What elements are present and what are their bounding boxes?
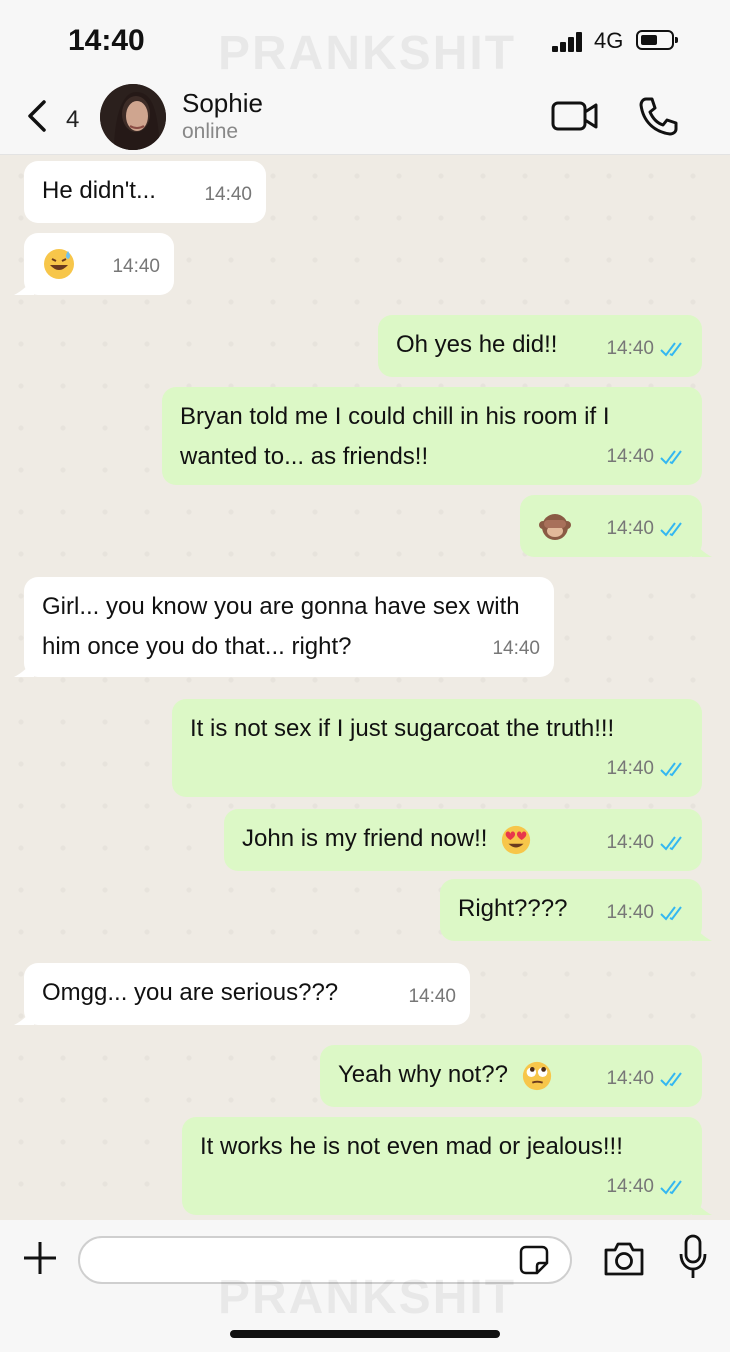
read-ticks-icon bbox=[660, 342, 682, 357]
bubble-tail bbox=[692, 923, 712, 941]
status-time: 14:40 bbox=[68, 24, 145, 57]
bubble-tail bbox=[14, 1007, 34, 1025]
grinning-sweat-emoji bbox=[44, 248, 74, 279]
unread-count[interactable]: 4 bbox=[66, 106, 79, 134]
read-ticks-icon bbox=[660, 1072, 682, 1087]
message-text: Right???? bbox=[458, 895, 568, 922]
message-meta: 14:40 bbox=[492, 629, 540, 669]
bubble-tail bbox=[14, 659, 34, 677]
message-time: 14:40 bbox=[606, 446, 654, 467]
message-text: Omgg... you are serious??? bbox=[42, 979, 339, 1006]
chat-area[interactable]: PRANKSHIT He didn't... 14:40 14:40 Oh ye… bbox=[0, 155, 730, 1220]
message-meta: 14:40 bbox=[606, 509, 688, 549]
message-bubble-outgoing[interactable]: Yeah why not?? 14:40 bbox=[320, 1045, 702, 1107]
chat-header: 4 Sophie online bbox=[0, 80, 730, 155]
read-ticks-icon bbox=[660, 450, 682, 465]
contact-status: online bbox=[182, 120, 239, 143]
read-ticks-icon bbox=[660, 762, 682, 777]
message-bubble-incoming[interactable]: Omgg... you are serious??? 14:40 bbox=[14, 963, 470, 1025]
message-text: John is my friend now!! bbox=[242, 825, 488, 852]
message-bubble-incoming[interactable]: Girl... you know you are gonna have sex … bbox=[14, 577, 554, 677]
message-text: Oh yes he did!! bbox=[396, 331, 558, 358]
message-bubble-outgoing[interactable]: It is not sex if I just sugarcoat the tr… bbox=[172, 699, 702, 797]
message-meta: 14:40 bbox=[112, 247, 160, 287]
message-meta: 14:40 bbox=[204, 175, 252, 215]
message-bubble-outgoing[interactable]: Oh yes he did!! 14:40 bbox=[378, 315, 702, 377]
message-bubble-outgoing[interactable]: Right???? 14:40 bbox=[440, 879, 712, 941]
message-time: 14:40 bbox=[606, 338, 654, 359]
read-ticks-icon bbox=[660, 1180, 682, 1195]
message-bubble-outgoing[interactable]: Bryan told me I could chill in his room … bbox=[162, 387, 702, 485]
composer-bar: PRANKSHIT bbox=[0, 1220, 730, 1352]
video-call-icon[interactable] bbox=[550, 98, 600, 134]
read-ticks-icon bbox=[660, 836, 682, 851]
message-meta: 14:40 bbox=[606, 329, 688, 369]
see-no-evil-monkey-emoji bbox=[539, 513, 571, 540]
message-bubble-outgoing[interactable]: 14:40 bbox=[520, 495, 712, 557]
message-text: Girl... you know you are gonna have sex … bbox=[42, 593, 520, 660]
message-meta: 14:40 bbox=[606, 437, 688, 477]
read-ticks-icon bbox=[660, 522, 682, 537]
message-time: 14:40 bbox=[606, 518, 654, 539]
avatar[interactable] bbox=[100, 84, 166, 150]
message-bubble-outgoing[interactable]: John is my friend now!! 14:40 bbox=[224, 809, 702, 871]
message-time: 14:40 bbox=[492, 638, 540, 659]
plus-icon[interactable] bbox=[22, 1240, 58, 1276]
rolling-eyes-emoji bbox=[522, 1061, 551, 1090]
contact-name[interactable]: Sophie bbox=[182, 88, 263, 119]
message-time: 14:40 bbox=[606, 1068, 654, 1089]
message-time: 14:40 bbox=[408, 986, 456, 1007]
message-bubble-incoming[interactable]: 14:40 bbox=[14, 233, 174, 295]
message-text: He didn't... bbox=[42, 177, 156, 204]
bubble-tail bbox=[692, 1197, 712, 1215]
heart-eyes-emoji bbox=[501, 825, 531, 854]
message-text: It works he is not even mad or jealous!!… bbox=[200, 1133, 623, 1160]
message-meta: 14:40 bbox=[606, 749, 688, 789]
signal-icon bbox=[552, 32, 586, 52]
bubble-tail bbox=[14, 277, 34, 295]
read-ticks-icon bbox=[660, 906, 682, 921]
sticker-icon[interactable] bbox=[518, 1244, 550, 1276]
home-indicator bbox=[230, 1330, 500, 1338]
message-time: 14:40 bbox=[606, 832, 654, 853]
message-time: 14:40 bbox=[204, 184, 252, 205]
message-bubble-outgoing[interactable]: It works he is not even mad or jealous!!… bbox=[182, 1117, 712, 1215]
network-label: 4G bbox=[594, 28, 624, 53]
message-text: Bryan told me I could chill in his room … bbox=[180, 403, 610, 470]
message-time: 14:40 bbox=[606, 1176, 654, 1197]
battery-icon bbox=[636, 30, 678, 50]
message-time: 14:40 bbox=[606, 902, 654, 923]
message-meta: 14:40 bbox=[606, 893, 688, 933]
message-time: 14:40 bbox=[606, 758, 654, 779]
message-meta: 14:40 bbox=[606, 1167, 688, 1207]
watermark: PRANKSHIT bbox=[218, 27, 517, 80]
status-bar: 14:40 PRANKSHIT 4G bbox=[0, 0, 730, 80]
microphone-icon[interactable] bbox=[678, 1234, 708, 1280]
message-text: It is not sex if I just sugarcoat the tr… bbox=[190, 715, 615, 742]
message-time: 14:40 bbox=[112, 256, 160, 277]
camera-icon[interactable] bbox=[602, 1238, 646, 1278]
back-chevron-icon[interactable] bbox=[24, 96, 54, 136]
phone-call-icon[interactable] bbox=[636, 94, 680, 138]
message-bubble-incoming[interactable]: He didn't... 14:40 bbox=[24, 161, 266, 223]
message-meta: 14:40 bbox=[408, 977, 456, 1017]
message-meta: 14:40 bbox=[606, 823, 688, 863]
message-text: Yeah why not?? bbox=[338, 1061, 508, 1088]
watermark-bottom: PRANKSHIT bbox=[218, 1271, 517, 1324]
message-meta: 14:40 bbox=[606, 1059, 688, 1099]
bubble-tail bbox=[692, 539, 712, 557]
